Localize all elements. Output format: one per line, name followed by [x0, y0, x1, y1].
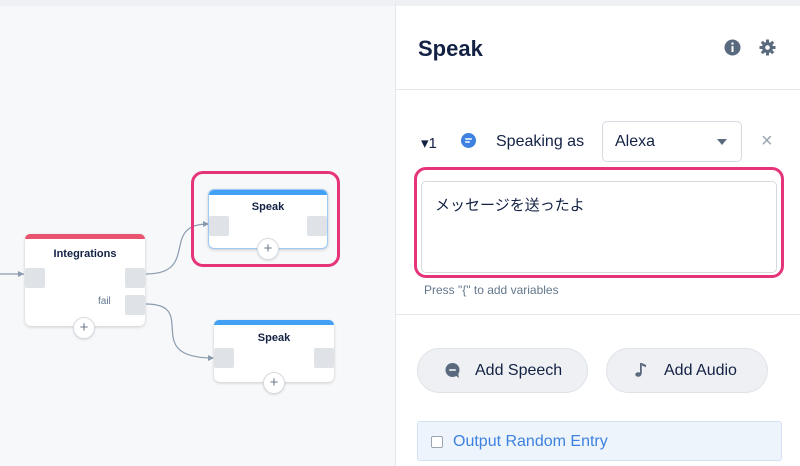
info-icon[interactable]: [724, 39, 741, 56]
add-speech-button[interactable]: Add Speech: [417, 348, 588, 393]
input-port[interactable]: [25, 268, 45, 288]
block-color-bar: [209, 190, 327, 195]
speech-bubble-icon: [461, 133, 476, 148]
input-port[interactable]: [214, 348, 234, 368]
speech-bubble-icon: [445, 363, 460, 378]
voice-value: Alexa: [615, 133, 656, 150]
random-entry-label: Output Random Entry: [453, 433, 608, 450]
block-title: Speak: [257, 332, 291, 344]
input-port[interactable]: [209, 216, 229, 236]
block-editor-panel: Speak ▾1 Speaking as Alexa × メッセージを送ったよ …: [395, 0, 800, 466]
speaking-as-label: Speaking as: [496, 133, 585, 150]
panel-title: Speak: [418, 36, 483, 61]
add-step-button[interactable]: +: [73, 317, 95, 339]
fail-label: fail: [98, 296, 111, 307]
output-port[interactable]: [314, 348, 334, 368]
variables-hint: Press "{" to add variables: [424, 283, 559, 297]
block-title: Speak: [251, 201, 285, 213]
add-step-button[interactable]: +: [263, 372, 285, 394]
block-color-bar: [25, 234, 145, 239]
add-audio-label: Add Audio: [664, 362, 737, 379]
output-port[interactable]: [125, 268, 145, 288]
add-speech-label: Add Speech: [475, 362, 563, 379]
entry-index: 1: [428, 135, 437, 152]
panel-header: Speak: [396, 6, 800, 90]
caret-down-icon: [717, 139, 727, 145]
flow-canvas[interactable]: Integrations fail + Speak + Speak +: [0, 0, 395, 466]
collapse-toggle[interactable]: ▾1: [421, 134, 437, 152]
output-port[interactable]: [307, 216, 327, 236]
chevron-down-icon: ▾: [421, 135, 429, 152]
gear-icon[interactable]: [759, 39, 776, 56]
speak-entry-section: ▾1 Speaking as Alexa × メッセージを送ったよ Press …: [396, 90, 800, 315]
add-step-button[interactable]: +: [257, 238, 279, 260]
speech-text: メッセージを送ったよ: [435, 197, 585, 214]
voice-select[interactable]: Alexa: [602, 121, 742, 162]
block-title: Integrations: [53, 248, 117, 260]
block-color-bar: [214, 320, 334, 325]
random-entry-checkbox[interactable]: [431, 436, 443, 448]
remove-entry-button[interactable]: ×: [761, 130, 773, 153]
music-note-icon: [635, 363, 646, 377]
output-random-entry-option[interactable]: Output Random Entry: [417, 421, 782, 461]
fail-port[interactable]: [125, 295, 145, 315]
integrations-block[interactable]: Integrations fail: [25, 234, 145, 326]
speech-text-input[interactable]: メッセージを送ったよ: [421, 181, 777, 273]
add-audio-button[interactable]: Add Audio: [606, 348, 768, 393]
